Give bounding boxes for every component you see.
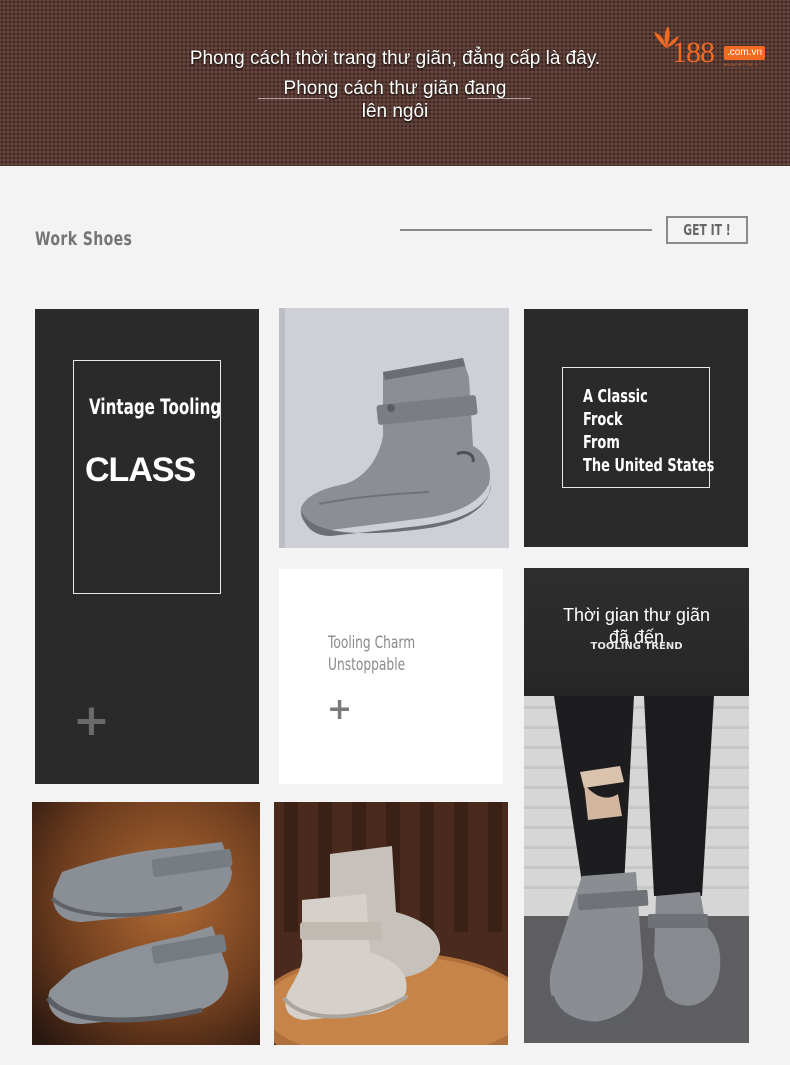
trend-caption-line1: Thời gian thư giãn: [563, 605, 710, 625]
tile-classic-frock[interactable]: A Classic Frock From The United States: [524, 309, 748, 547]
classic-text: A Classic Frock From The United States: [583, 385, 748, 477]
banner-rule-left: [258, 98, 324, 99]
get-it-button[interactable]: GET IT !: [666, 216, 748, 244]
banner-subheadline-part1: Phong cách thư giãn đang: [283, 78, 507, 99]
header-banner: Phong cách thời trang thư giãn, đẳng cấp…: [0, 0, 790, 166]
boot-photo: [32, 802, 260, 1045]
boot-photo: [279, 308, 509, 548]
section-title: Work Shoes: [35, 228, 133, 250]
logo-number: 188: [672, 36, 715, 69]
logo-tagline: MUA SỈ TỪ 1: [724, 62, 759, 67]
vintage-heading-text: Vintage Tooling: [89, 395, 222, 419]
tile-tooling-charm[interactable]: Tooling Charm Unstoppable +: [279, 569, 503, 784]
logo-domain: .com.vn: [724, 46, 766, 60]
banner-subheadline: Phong cách thư giãn đang lên ngôi: [0, 77, 790, 123]
classic-line-1: A Classic: [583, 386, 648, 407]
vintage-heading: Vintage Tooling: [89, 395, 259, 420]
tile-boot-photo-pair[interactable]: [32, 802, 260, 1045]
tile-vintage-tooling[interactable]: Vintage Tooling CLASS +: [35, 309, 259, 784]
tile-boot-photo-table[interactable]: [274, 802, 508, 1045]
brand-logo[interactable]: 188 .com.vn MUA SỈ TỪ 1: [652, 24, 774, 74]
charm-line-2: Unstoppable: [328, 655, 406, 675]
trend-caption: Thời gian thư giãn đã đến: [524, 604, 749, 648]
boot-photo: [274, 802, 508, 1045]
plus-icon[interactable]: +: [73, 699, 110, 743]
tile-tooling-trend[interactable]: TOOLING TREND Thời gian thư giãn đã đến: [524, 568, 749, 1043]
trend-caption-line2: đã đến: [608, 627, 665, 647]
boot-photo: [524, 696, 749, 1043]
classic-line-4: The United States: [583, 455, 715, 476]
charm-line-1: Tooling Charm: [328, 633, 416, 653]
charm-text: Tooling Charm Unstoppable: [328, 632, 449, 676]
get-it-label: GET IT !: [683, 221, 731, 239]
classic-line-2: Frock: [583, 409, 623, 430]
classic-line-3: From: [583, 432, 620, 453]
section-divider: [400, 229, 652, 231]
banner-subheadline-part2: lên ngôi: [361, 101, 429, 122]
plus-icon[interactable]: +: [327, 695, 352, 725]
banner-rule-right: [468, 98, 531, 99]
tile-boot-photo-side[interactable]: [279, 308, 509, 548]
vintage-class-text: CLASS: [85, 451, 196, 489]
